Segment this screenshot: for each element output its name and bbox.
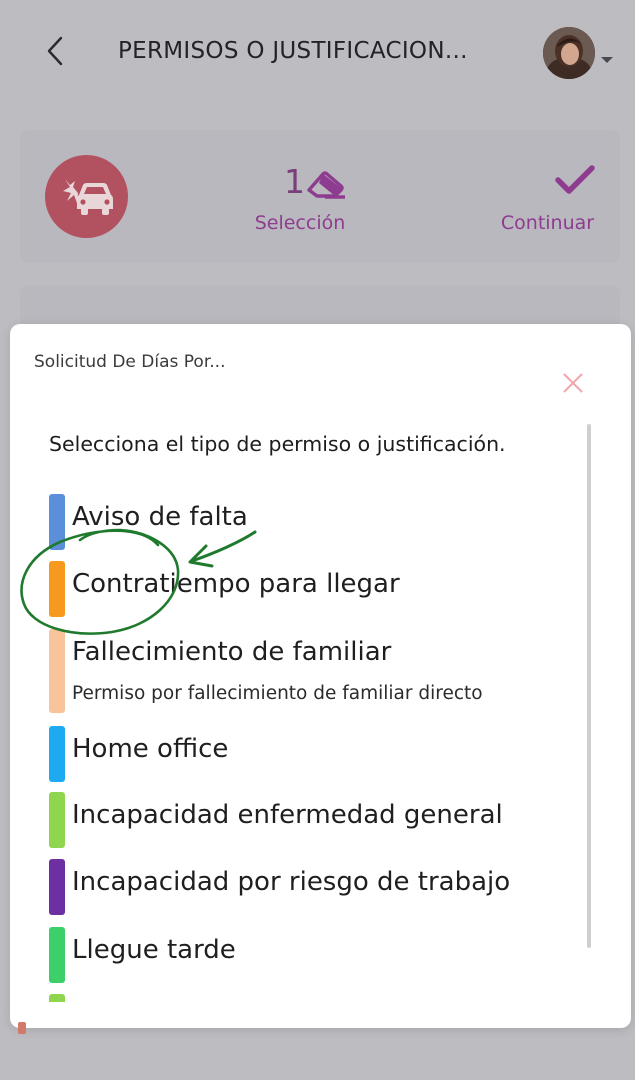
- instruction-text: Selecciona el tipo de permiso o justific…: [49, 432, 506, 456]
- selection-counter[interactable]: 1 Selección: [250, 160, 350, 250]
- option-label: Incapacidad enfermedad general: [72, 800, 503, 830]
- option-color-marker: [49, 927, 65, 983]
- continue-button[interactable]: Continuar: [490, 160, 605, 250]
- option-color-marker: [49, 792, 65, 848]
- option-contratiempo-para-llegar[interactable]: Contratiempo para llegar: [49, 561, 579, 617]
- option-incapacidad-por-riesgo-de-trabajo[interactable]: Incapacidad por riesgo de trabajo: [49, 859, 579, 915]
- option-label: Home office: [72, 734, 229, 764]
- modal-title: Solicitud De Días Por...: [34, 352, 226, 372]
- selection-count: 1: [284, 162, 305, 201]
- option-aviso-de-falta[interactable]: Aviso de falta: [49, 494, 579, 550]
- selection-summary-card: 1 Selección Continuar: [20, 130, 620, 263]
- option-label: Fallecimiento de familiar: [72, 637, 392, 667]
- user-avatar[interactable]: [543, 27, 595, 79]
- background-element: [18, 1022, 26, 1034]
- page-title: PERMISOS O JUSTIFICACION...: [118, 38, 468, 64]
- option-llegue-tarde[interactable]: Llegue tarde: [49, 927, 579, 983]
- caret-down-icon[interactable]: [601, 56, 613, 64]
- car-crash-icon: [63, 179, 113, 215]
- option-color-marker: [49, 726, 65, 782]
- option-incapacidad-enfermedad-general[interactable]: Incapacidad enfermedad general: [49, 792, 579, 848]
- scrollbar[interactable]: [587, 424, 591, 948]
- option-color-marker: [49, 629, 65, 713]
- option-color-marker: [49, 561, 65, 617]
- option-label: Aviso de falta: [72, 502, 248, 532]
- option-home-office[interactable]: Home office: [49, 726, 579, 782]
- check-icon: [555, 165, 595, 194]
- eraser-icon[interactable]: [305, 168, 347, 200]
- modal-body: Solicitud De Días Por... Selecciona el t…: [10, 324, 631, 1028]
- option-label: Contratiempo para llegar: [72, 569, 400, 599]
- close-icon[interactable]: [562, 372, 584, 394]
- option-color-marker: [49, 994, 65, 1002]
- option-color-marker: [49, 859, 65, 915]
- app-header: PERMISOS O JUSTIFICACION...: [0, 0, 635, 110]
- continue-label: Continuar: [500, 212, 595, 234]
- permission-type-modal: Solicitud De Días Por... Selecciona el t…: [10, 324, 631, 1028]
- permission-type-badge: [45, 155, 128, 238]
- option-fallecimiento-de-familiar[interactable]: Fallecimiento de familiar Permiso por fa…: [49, 629, 579, 713]
- option-partial[interactable]: [49, 994, 579, 1002]
- option-label: Llegue tarde: [72, 935, 236, 965]
- chevron-left-icon[interactable]: [44, 34, 68, 68]
- option-label: Incapacidad por riesgo de trabajo: [72, 867, 511, 897]
- option-color-marker: [49, 494, 65, 550]
- selection-label: Selección: [254, 212, 346, 234]
- option-description: Permiso por fallecimiento de familiar di…: [72, 683, 483, 704]
